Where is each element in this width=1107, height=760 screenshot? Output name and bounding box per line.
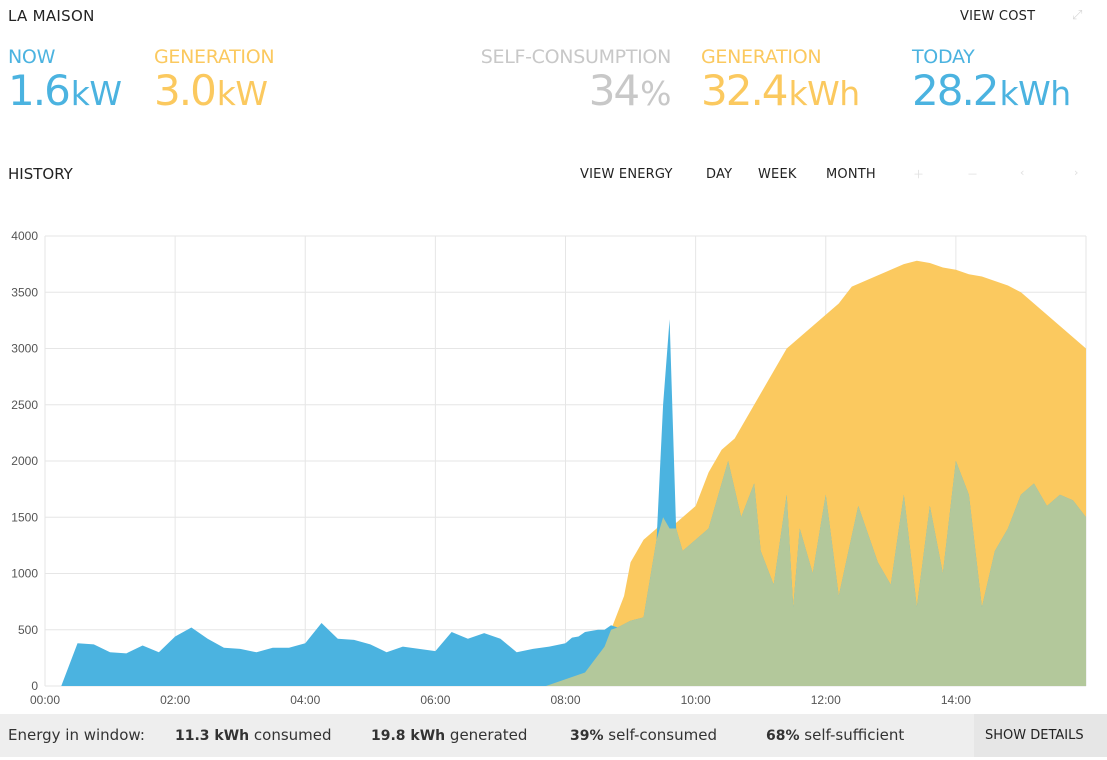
x-tick-label: 04:00 — [290, 693, 320, 705]
generation-now-metric: GENERATION 3.0kW — [154, 46, 275, 112]
generation-now-label: GENERATION — [154, 46, 275, 68]
generation-today-unit: kWh — [788, 74, 861, 113]
day-tab[interactable]: DAY — [706, 167, 732, 182]
generated-summary: 19.8 kWh generated — [371, 726, 527, 744]
y-tick-label: 2000 — [11, 454, 38, 468]
y-tick-label: 3000 — [11, 342, 38, 356]
self-consumption-value: 34 — [588, 66, 640, 115]
y-tick-label: 1000 — [11, 567, 38, 581]
y-tick-label: 2500 — [11, 398, 38, 412]
today-label: TODAY — [912, 46, 975, 68]
chevron-right-icon[interactable]: › — [1074, 166, 1078, 179]
self-consumption-unit: % — [640, 74, 671, 113]
history-chart[interactable]: 0 500 1000 1500 2000 2500 3000 3500 4000 00:00 02… — [0, 225, 1107, 705]
zoom-out-icon[interactable]: － — [967, 166, 978, 182]
y-tick-label: 4000 — [11, 229, 38, 243]
energy-summary-bar: Energy in window: 11.3 kWh consumed 19.8… — [0, 714, 1107, 757]
y-tick-label: 500 — [18, 623, 38, 637]
self-consumed-text: self-consumed — [608, 726, 717, 744]
generation-now-value: 3.0 — [154, 66, 217, 115]
x-tick-label: 08:00 — [550, 693, 580, 705]
site-title: LA MAISON — [8, 7, 95, 25]
now-value: 1.6 — [8, 66, 71, 115]
today-metric: TODAY 28.2kWh — [912, 46, 1071, 112]
x-tick-label: 10:00 — [681, 693, 711, 705]
show-details-label: SHOW DETAILS — [985, 728, 1084, 743]
month-tab[interactable]: MONTH — [826, 167, 876, 182]
self-consumption-value-line: 34% — [476, 70, 672, 113]
history-title: HISTORY — [8, 165, 73, 183]
energy-window-label: Energy in window: — [8, 726, 145, 744]
x-tick-label: 02:00 — [160, 693, 190, 705]
consumed-text: consumed — [253, 726, 332, 744]
generated-text: generated — [449, 726, 528, 744]
today-value-line: 28.2kWh — [912, 70, 1071, 112]
generation-today-value-line: 32.4kWh — [701, 70, 860, 112]
show-details-button[interactable]: SHOW DETAILS — [974, 714, 1107, 757]
x-tick-label: 00:00 — [30, 693, 60, 705]
now-value-line: 1.6kW — [8, 70, 122, 112]
x-tick-label: 12:00 — [811, 693, 841, 705]
expand-icon[interactable]: ⤢ — [1072, 8, 1086, 23]
y-tick-label: 3500 — [11, 285, 38, 299]
consumed-summary: 11.3 kWh consumed — [175, 726, 332, 744]
generation-today-value: 32.4 — [701, 66, 789, 115]
today-value: 28.2 — [912, 66, 1000, 115]
week-tab[interactable]: WEEK — [758, 167, 797, 182]
y-tick-label: 1500 — [11, 510, 38, 524]
x-tick-label: 06:00 — [420, 693, 450, 705]
self-consumption-metric: SELF-CONSUMPTION 34% — [476, 46, 672, 113]
self-consumption-label: SELF-CONSUMPTION — [480, 46, 672, 68]
generation-now-value-line: 3.0kW — [154, 70, 274, 112]
generation-now-unit: kW — [216, 74, 268, 113]
self-sufficient-text: self-sufficient — [804, 726, 905, 744]
y-tick-label: 0 — [31, 679, 38, 693]
now-metric: NOW 1.6kW — [8, 46, 122, 112]
generation-today-metric: GENERATION 32.4kWh — [701, 46, 860, 112]
chevron-left-icon[interactable]: ‹ — [1020, 166, 1024, 179]
today-unit: kWh — [999, 74, 1072, 113]
zoom-in-icon[interactable]: ＋ — [913, 166, 924, 182]
view-cost-button[interactable]: VIEW COST — [960, 9, 1035, 24]
generated-value: 19.8 kWh — [371, 728, 446, 744]
view-energy-button[interactable]: VIEW ENERGY — [580, 167, 673, 182]
x-tick-label: 14:00 — [941, 693, 971, 705]
generation-today-label: GENERATION — [701, 46, 822, 68]
now-label: NOW — [8, 46, 56, 68]
self-consumed-summary: 39% self-consumed — [570, 726, 717, 744]
chart-areas — [61, 260, 1086, 686]
x-axis: 00:00 02:00 04:00 06:00 08:00 10:00 12:00 14:00 — [30, 693, 971, 705]
y-axis: 0 500 1000 1500 2000 2500 3000 3500 4000 — [11, 229, 38, 693]
self-sufficient-value: 68% — [766, 728, 800, 744]
now-unit: kW — [70, 74, 122, 113]
consumed-value: 11.3 kWh — [175, 728, 250, 744]
self-consumed-value: 39% — [570, 728, 604, 744]
self-sufficient-summary: 68% self-sufficient — [766, 726, 904, 744]
